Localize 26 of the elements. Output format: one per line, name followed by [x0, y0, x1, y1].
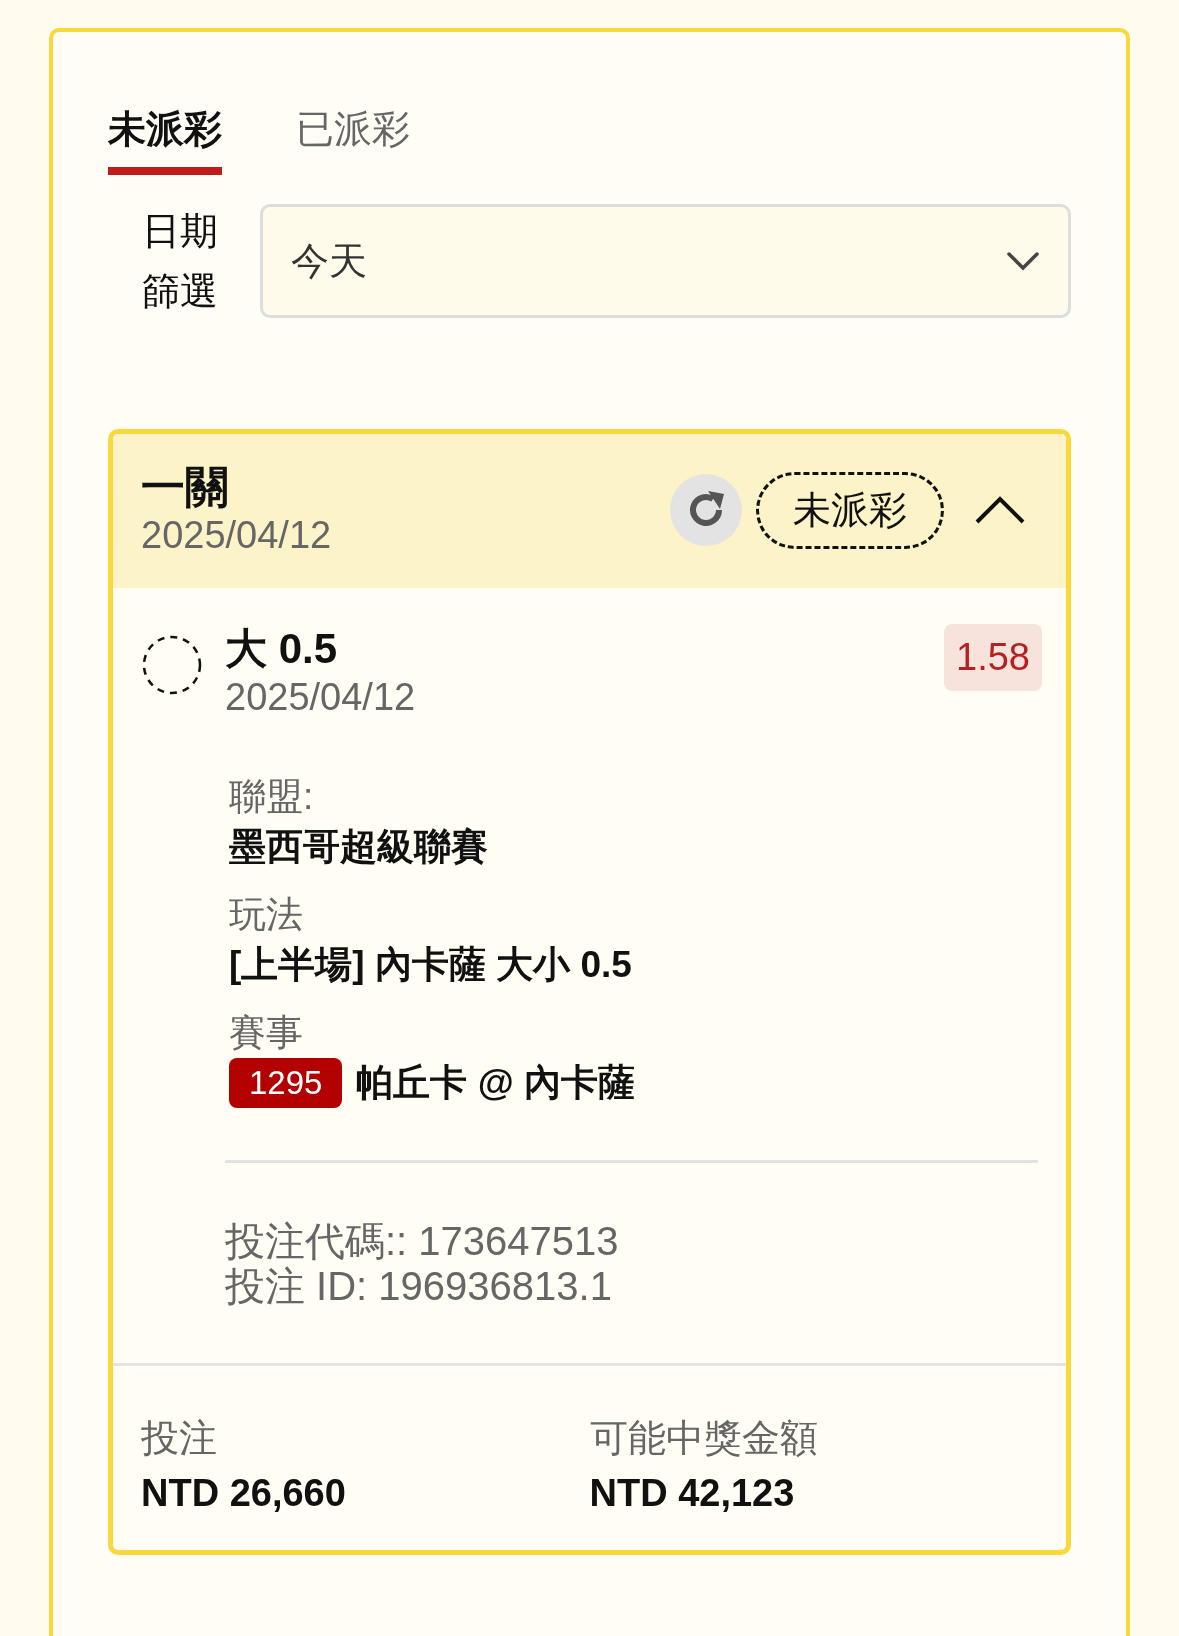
summary-label: 可能中獎金額 — [589, 1416, 819, 1461]
summary-value: NTD 26,660 — [141, 1471, 347, 1516]
bet-type: 一關 — [141, 462, 230, 512]
field-value: [上半場] 內卡薩 大小 0.5 — [229, 943, 633, 987]
date-dropdown[interactable]: 今天 — [260, 204, 1071, 318]
chevron-down-icon — [1006, 250, 1040, 272]
field-label: 聯盟: — [229, 775, 315, 819]
field-label: 玩法 — [229, 893, 304, 937]
selection-circle-icon — [141, 634, 203, 696]
odds-badge: 1.58 — [944, 624, 1042, 691]
field-label: 賽事 — [229, 1011, 304, 1055]
selection-title: 大 0.5 — [225, 624, 339, 674]
status-badge: 未派彩 — [756, 471, 944, 549]
filter-label: 日期篩選 — [141, 209, 219, 314]
tab[interactable]: 已派彩 — [296, 104, 410, 175]
bet-code: 投注代碼:: 173647513 — [225, 1219, 620, 1264]
summary-label: 投注 — [141, 1416, 218, 1461]
bet-code: 投注 ID: 196936813.1 — [225, 1264, 613, 1309]
selection-date: 2025/04/12 — [225, 675, 417, 720]
event-number: 1295 — [229, 1058, 343, 1108]
bet-date: 2025/04/12 — [141, 513, 333, 558]
field-value: 帕丘卡 @ 內卡薩 — [356, 1061, 636, 1105]
field-value: 墨西哥超級聯賽 — [229, 825, 489, 869]
summary-value: NTD 42,123 — [589, 1471, 796, 1516]
tab[interactable]: 未派彩 — [108, 104, 222, 175]
card-header[interactable]: 一關 2025/04/12 未派彩 — [113, 434, 1066, 588]
